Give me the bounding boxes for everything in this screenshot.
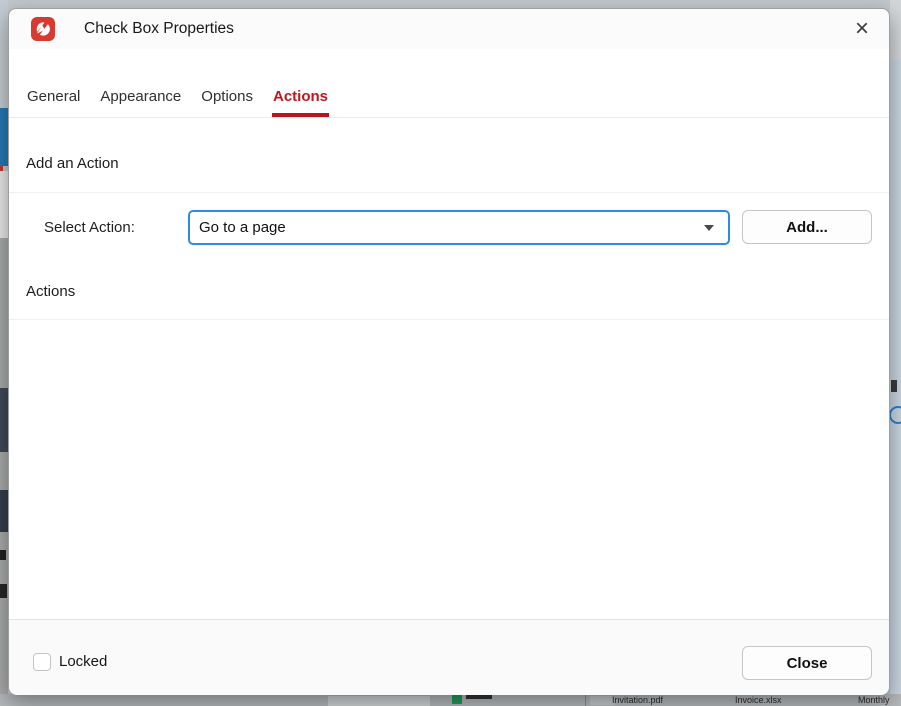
background-left-dark-block [0,388,8,452]
dialog-title: Check Box Properties [84,20,234,38]
locked-checkbox[interactable] [33,653,51,671]
background-bottom-divider [585,694,586,706]
background-bottom-box [590,696,614,705]
background-right-strip [890,0,901,60]
background-file-label: Invoice.xlsx [735,695,782,705]
select-action-label: Select Action: [44,219,135,236]
background-left-glyph [0,584,7,598]
locked-label: Locked [59,653,107,671]
chevron-down-icon [704,225,714,231]
background-bottom-text-fragment [466,695,492,699]
tab-general[interactable]: General [26,88,81,117]
background-left-dark-block [0,490,8,532]
background-right-glyph [891,380,897,392]
actions-list-empty-area [9,320,889,619]
background-bottom-box [328,696,430,706]
background-left-light-block [0,171,8,238]
tab-bar: General Appearance Options Actions [9,49,889,118]
background-left-strip [0,0,8,108]
app-logo-icon [31,17,55,41]
close-icon[interactable]: × [847,14,877,44]
background-left-gray-block [0,238,8,706]
dialog-titlebar: Check Box Properties × [9,9,889,50]
add-an-action-heading: Add an Action [26,155,119,172]
tab-actions[interactable]: Actions [272,88,329,117]
select-action-dropdown[interactable]: Go to a page [188,210,730,245]
close-button[interactable]: Close [742,646,872,680]
background-right-circle-glyph [889,406,901,424]
actions-heading: Actions [26,283,75,300]
checkbox-properties-dialog: Check Box Properties × General Appearanc… [8,8,890,694]
background-file-label: Invitation.pdf [612,695,663,705]
select-action-value: Go to a page [199,219,704,236]
background-file-label: Monthly [858,695,890,705]
section-divider [9,192,889,193]
background-left-blue-block [0,108,8,166]
tab-appearance[interactable]: Appearance [99,88,182,117]
excel-file-icon [452,695,462,704]
tab-options[interactable]: Options [200,88,254,117]
add-button[interactable]: Add... [742,210,872,244]
background-left-glyph [0,550,6,560]
